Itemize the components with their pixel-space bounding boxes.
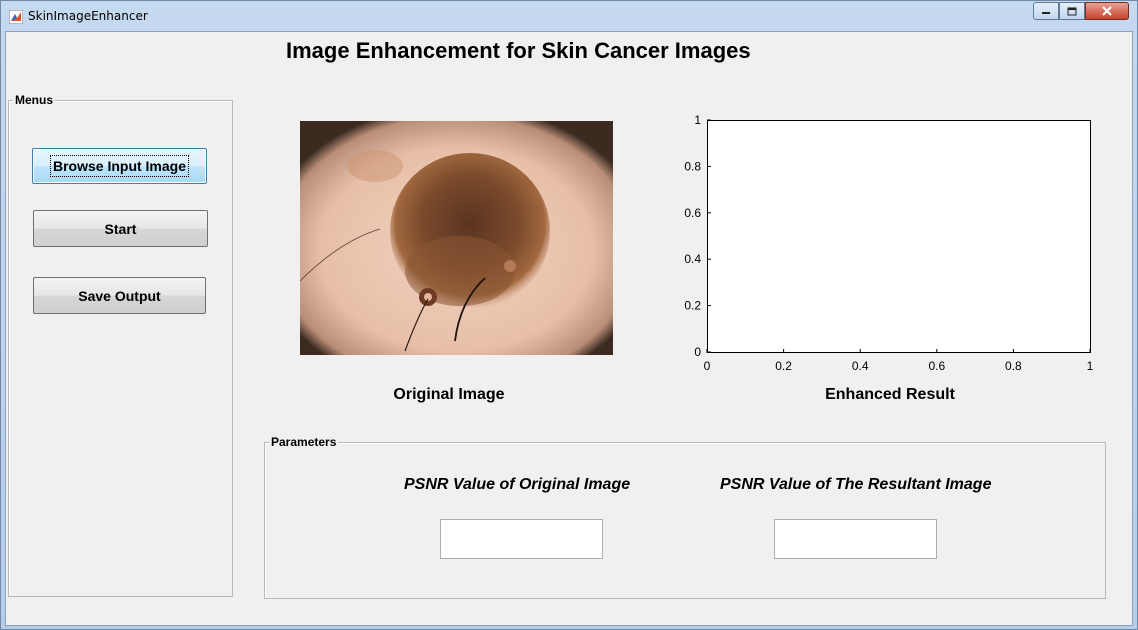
- menus-panel: Menus Browse Input Image Start Save Outp…: [8, 93, 233, 597]
- maximize-icon: [1067, 7, 1077, 15]
- psnr-original-field[interactable]: [440, 519, 603, 559]
- x-tick-label: 1: [1087, 359, 1094, 373]
- menus-panel-title: Menus: [13, 93, 56, 107]
- save-output-button[interactable]: Save Output: [33, 277, 206, 314]
- y-tick-label: 0.6: [684, 206, 701, 220]
- page-title: Image Enhancement for Skin Cancer Images: [286, 38, 751, 63]
- parameters-panel-title: Parameters: [269, 435, 339, 449]
- matlab-app-icon: [9, 10, 23, 24]
- start-button-label: Start: [104, 220, 137, 237]
- browse-input-image-button[interactable]: Browse Input Image: [32, 148, 207, 184]
- x-tick-label: 0.4: [852, 359, 869, 373]
- enhanced-axes-ticks: 0 0.2 0.4 0.6 0.8 1 0 0.2 0.4 0.6 0.8 1: [684, 113, 1094, 373]
- window-title: SkinImageEnhancer: [28, 9, 148, 23]
- y-tick-label: 0.2: [684, 299, 701, 313]
- maximize-button[interactable]: [1059, 2, 1085, 20]
- title-bar[interactable]: SkinImageEnhancer: [1, 1, 1137, 31]
- x-tick-label: 0.8: [1005, 359, 1022, 373]
- psnr-result-label: PSNR Value of The Resultant Image: [720, 476, 992, 493]
- parameters-panel: Parameters PSNR Value of Original Image …: [264, 435, 1106, 599]
- window-controls: [1033, 2, 1129, 22]
- minimize-button[interactable]: [1033, 2, 1059, 20]
- close-button[interactable]: [1085, 2, 1129, 20]
- psnr-original-label: PSNR Value of Original Image: [404, 476, 631, 493]
- y-tick-label: 1: [694, 113, 701, 127]
- x-tick-label: 0.6: [928, 359, 945, 373]
- x-tick-label: 0.2: [775, 359, 792, 373]
- y-tick-label: 0.8: [684, 159, 701, 173]
- minimize-icon: [1042, 12, 1050, 14]
- start-button[interactable]: Start: [33, 210, 208, 247]
- original-image: [300, 121, 613, 355]
- original-image-caption: Original Image: [393, 386, 505, 403]
- enhanced-result-caption: Enhanced Result: [825, 386, 955, 403]
- app-window: SkinImageEnhancer Image Enhancement for …: [0, 0, 1138, 630]
- figure-client-area: Image Enhancement for Skin Cancer Images…: [5, 31, 1133, 626]
- y-tick-label: 0: [694, 345, 701, 359]
- x-tick-label: 0: [704, 359, 711, 373]
- psnr-result-field[interactable]: [774, 519, 937, 559]
- save-button-label: Save Output: [78, 287, 161, 304]
- browse-button-label: Browse Input Image: [49, 155, 190, 177]
- close-icon: [1102, 6, 1112, 16]
- y-tick-label: 0.4: [684, 252, 701, 266]
